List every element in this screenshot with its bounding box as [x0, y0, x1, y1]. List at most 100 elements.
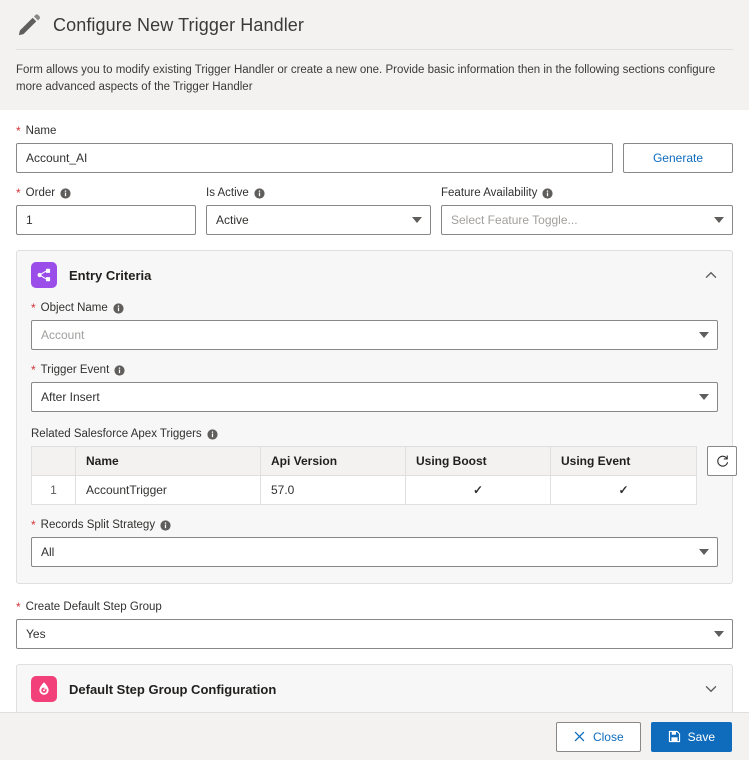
page-header: Configure New Trigger Handler Form allow… [0, 0, 749, 110]
cell-name: AccountTrigger [75, 475, 261, 505]
name-field-block: * Name Account_AI [16, 124, 613, 173]
chevron-down-icon [699, 549, 709, 555]
save-button[interactable]: Save [650, 721, 732, 752]
required-asterisk: * [16, 186, 21, 200]
create-default-step-group-select[interactable]: Yes [16, 619, 733, 649]
order-input[interactable]: 1 [16, 205, 196, 235]
name-row: * Name Account_AI Generate [16, 124, 733, 173]
records-split-strategy-value: All [41, 545, 55, 559]
chevron-down-icon [412, 217, 422, 223]
name-label-text: Name [25, 125, 57, 137]
trigger-event-value: After Insert [41, 390, 100, 404]
refresh-button[interactable] [707, 446, 737, 476]
cell-index: 1 [31, 475, 76, 505]
trigger-event-field-block: * Trigger Event After Insert [31, 363, 718, 412]
footer-action-bar: Close Save [0, 712, 749, 760]
is-active-value: Active [216, 213, 249, 227]
table-header-row: Name Api Version Using Boost Using Event [31, 446, 697, 476]
create-default-step-group-label: * Create Default Step Group [16, 600, 733, 614]
close-button[interactable]: Close [555, 721, 641, 752]
share-nodes-icon [31, 262, 57, 288]
related-triggers-label: Related Salesforce Apex Triggers [31, 427, 718, 441]
cell-using-event-check-icon: ✓ [550, 475, 697, 505]
default-step-group-title: Default Step Group Configuration [69, 681, 277, 697]
records-split-strategy-label-text: Records Split Strategy [40, 519, 156, 531]
create-default-step-group-value: Yes [26, 627, 46, 641]
is-active-select[interactable]: Active [206, 205, 431, 235]
records-split-strategy-label: * Records Split Strategy [31, 518, 718, 532]
default-step-group-panel: Default Step Group Configuration [16, 664, 733, 714]
required-asterisk: * [31, 518, 36, 532]
default-step-group-header[interactable]: Default Step Group Configuration [17, 665, 732, 713]
refresh-icon [716, 454, 728, 467]
info-icon[interactable] [160, 519, 171, 531]
entry-criteria-title: Entry Criteria [69, 267, 152, 283]
order-label-text: Order [25, 187, 56, 199]
related-triggers-table: Name Api Version Using Boost Using Event… [31, 446, 697, 505]
trigger-event-select[interactable]: After Insert [31, 382, 718, 412]
feature-availability-label-text: Feature Availability [441, 187, 538, 199]
info-icon[interactable] [207, 428, 218, 440]
page-description: Form allows you to modify existing Trigg… [16, 64, 716, 94]
chevron-down-icon [699, 332, 709, 338]
entry-criteria-body: * Object Name Account * Trigger Event Af… [17, 301, 737, 583]
cell-api-version: 57.0 [260, 475, 406, 505]
chevron-down-icon[interactable] [704, 682, 718, 696]
order-field-block: * Order 1 [16, 186, 196, 235]
records-split-strategy-field-block: * Records Split Strategy All [31, 518, 718, 567]
related-triggers-table-wrap: Name Api Version Using Boost Using Event… [31, 446, 737, 505]
order-active-feature-row: * Order 1 Is Active Active Feature Avail… [16, 186, 733, 235]
object-name-label-text: Object Name [40, 302, 108, 314]
object-name-label: * Object Name [31, 301, 718, 315]
info-icon[interactable] [114, 364, 125, 376]
save-button-label: Save [687, 729, 715, 744]
info-icon[interactable] [542, 187, 553, 199]
page-title: Configure New Trigger Handler [53, 14, 305, 35]
object-name-select[interactable]: Account [31, 320, 718, 350]
entry-criteria-header[interactable]: Entry Criteria [17, 251, 732, 299]
feature-availability-select[interactable]: Select Feature Toggle... [441, 205, 733, 235]
info-icon[interactable] [113, 302, 124, 314]
name-input[interactable]: Account_AI [16, 143, 613, 173]
column-header-name: Name [75, 446, 261, 476]
info-icon[interactable] [254, 187, 265, 199]
feature-availability-label: Feature Availability [441, 186, 733, 200]
create-default-step-group-label-text: Create Default Step Group [25, 601, 162, 613]
chevron-down-icon [714, 631, 724, 637]
column-header-api-version: Api Version [260, 446, 406, 476]
chevron-down-icon [699, 394, 709, 400]
related-triggers-label-text: Related Salesforce Apex Triggers [31, 428, 202, 440]
create-default-step-group-field-block: * Create Default Step Group Yes [16, 600, 733, 649]
droplet-gear-icon [31, 676, 57, 702]
feature-availability-value: Select Feature Toggle... [451, 213, 578, 227]
generate-button[interactable]: Generate [623, 143, 733, 173]
name-label: * Name [16, 124, 613, 138]
is-active-field-block: Is Active Active [206, 186, 431, 235]
close-button-label: Close [592, 729, 624, 744]
order-label: * Order [16, 186, 196, 200]
records-split-strategy-select[interactable]: All [31, 537, 718, 567]
object-name-value: Account [41, 328, 85, 342]
required-asterisk: * [31, 301, 36, 315]
info-icon[interactable] [60, 187, 71, 199]
title-row: Configure New Trigger Handler [16, 12, 733, 50]
object-name-field-block: * Object Name Account [31, 301, 718, 350]
column-header-index [31, 446, 76, 476]
column-header-using-boost: Using Boost [405, 446, 551, 476]
close-x-icon [574, 731, 585, 742]
required-asterisk: * [16, 600, 21, 614]
cell-using-boost-check-icon: ✓ [405, 475, 551, 505]
pencil-icon [18, 14, 41, 36]
form-body: * Name Account_AI Generate * Order 1 Is … [0, 110, 749, 714]
save-disk-icon [668, 730, 680, 743]
required-asterisk: * [16, 124, 21, 138]
is-active-label: Is Active [206, 186, 431, 200]
trigger-event-label-text: Trigger Event [40, 364, 110, 376]
feature-availability-field-block: Feature Availability Select Feature Togg… [441, 186, 733, 235]
trigger-event-label: * Trigger Event [31, 363, 718, 377]
column-header-using-event: Using Event [550, 446, 697, 476]
chevron-up-icon[interactable] [704, 268, 718, 282]
entry-criteria-panel: Entry Criteria * Object Name Account * T… [16, 250, 737, 584]
is-active-label-text: Is Active [206, 187, 249, 199]
table-row[interactable]: 1 AccountTrigger 57.0 ✓ ✓ [31, 475, 697, 505]
